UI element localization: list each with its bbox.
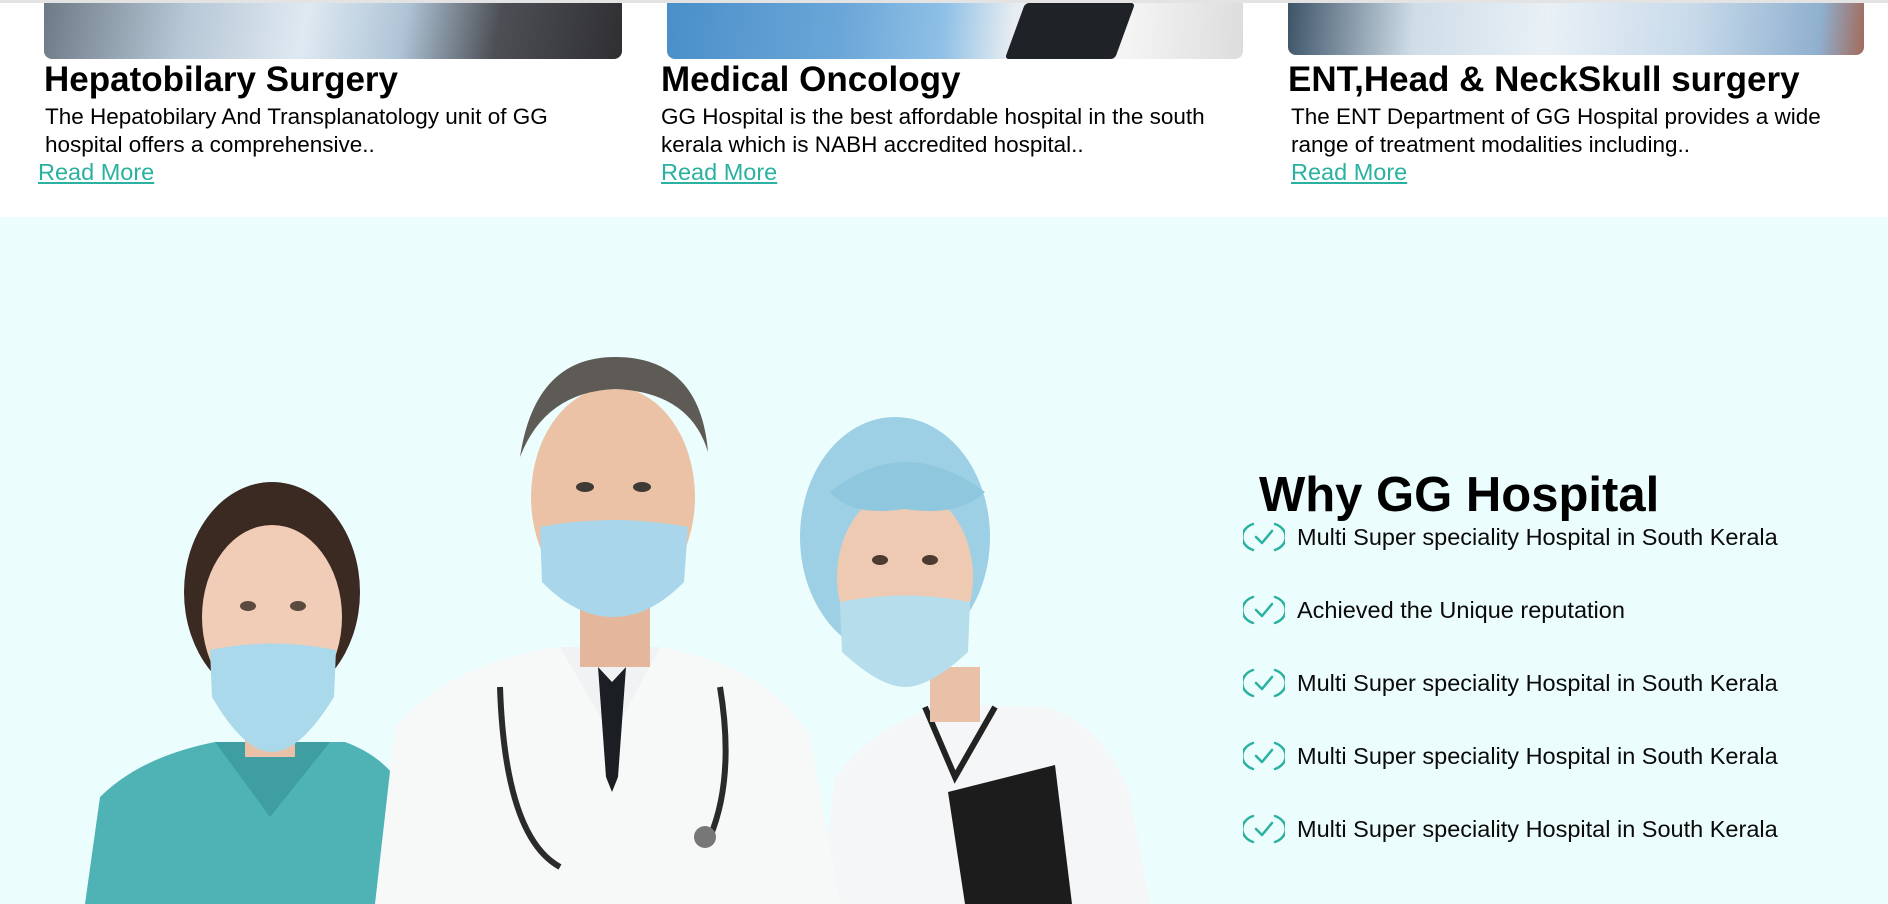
doctors-illustration <box>85 357 1150 904</box>
why-item-text: Achieved the Unique reputation <box>1297 596 1625 623</box>
nurse-right <box>800 417 1150 904</box>
doctor-center <box>375 357 840 904</box>
nurse-left <box>85 482 430 904</box>
oncology-image <box>667 3 1243 59</box>
why-item-text: Multi Super speciality Hospital in South… <box>1297 669 1778 696</box>
why-title: Why GG Hospital <box>1259 468 1660 522</box>
card-title: Hepatobilary Surgery <box>44 60 398 99</box>
card-description: GG Hospital is the best affordable hospi… <box>661 104 1205 157</box>
check-circle-icon <box>1243 668 1285 698</box>
why-list-item: Multi Super speciality Hospital in South… <box>1243 521 1778 553</box>
read-more-link[interactable]: Read More <box>661 158 777 186</box>
check-circle-icon <box>1243 814 1285 844</box>
ent-image <box>1288 3 1864 55</box>
why-item-text: Multi Super speciality Hospital in South… <box>1297 815 1778 842</box>
card-title: ENT,Head & NeckSkull surgery <box>1288 60 1800 99</box>
check-circle-icon <box>1243 522 1285 552</box>
check-circle-icon <box>1243 595 1285 625</box>
card-title: Medical Oncology <box>661 60 961 99</box>
check-circle-icon <box>1243 741 1285 771</box>
why-list-item: Multi Super speciality Hospital in South… <box>1243 667 1778 699</box>
why-section: Why GG Hospital Multi Super speciality H… <box>0 217 1888 904</box>
why-item-text: Multi Super speciality Hospital in South… <box>1297 523 1778 550</box>
tablet-image-detail <box>1004 3 1136 59</box>
why-item-text: Multi Super speciality Hospital in South… <box>1297 742 1778 769</box>
card-description: The Hepatobilary And Transplanatology un… <box>45 104 548 157</box>
card-description: The ENT Department of GG Hospital provid… <box>1291 104 1821 157</box>
read-more-link[interactable]: Read More <box>38 158 154 186</box>
hepatobilary-image <box>44 3 622 59</box>
read-more-link[interactable]: Read More <box>1291 158 1407 186</box>
why-list-item: Achieved the Unique reputation <box>1243 594 1625 626</box>
why-list-item: Multi Super speciality Hospital in South… <box>1243 813 1778 845</box>
why-list-item: Multi Super speciality Hospital in South… <box>1243 740 1778 772</box>
